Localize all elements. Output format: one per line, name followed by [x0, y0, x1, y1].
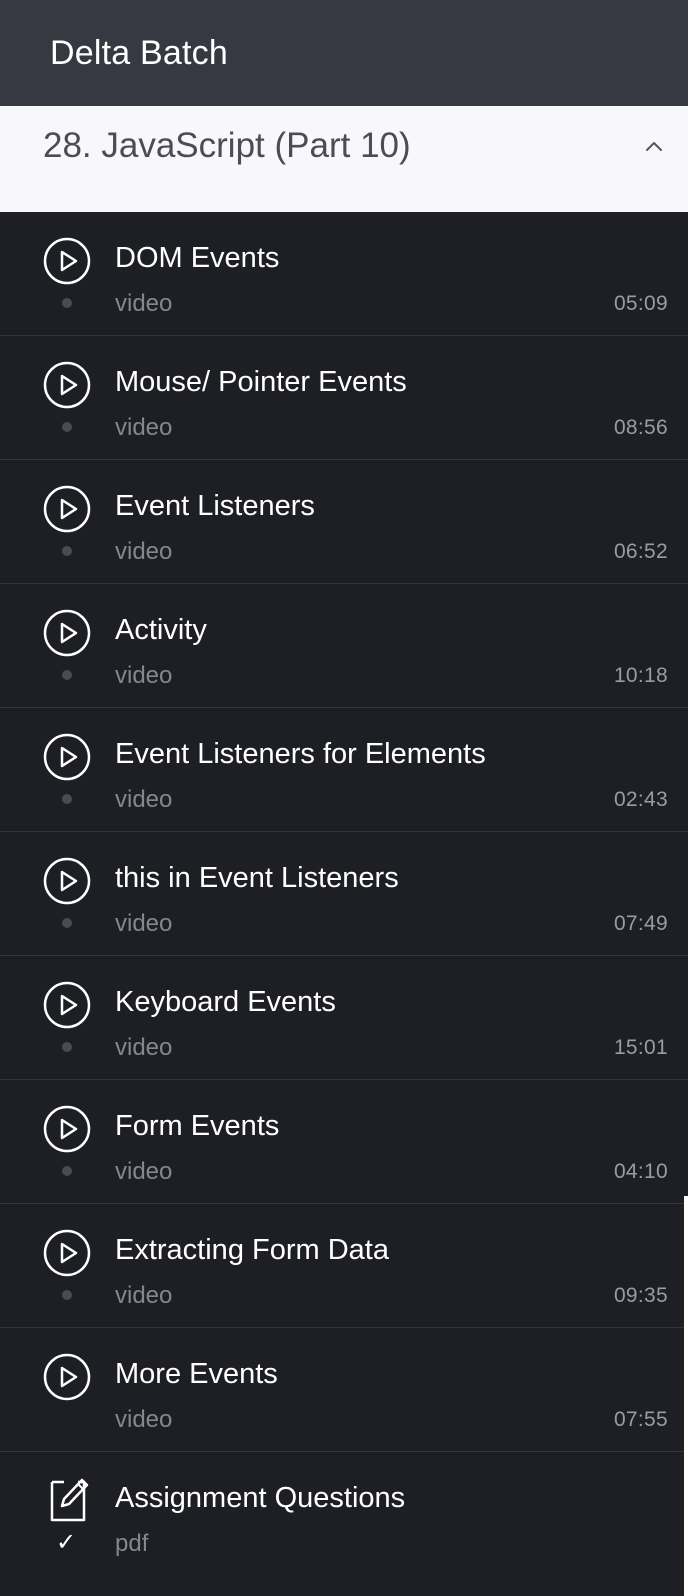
progress-dot: [62, 298, 72, 308]
list-item[interactable]: Keyboard Events video 15:01: [0, 956, 688, 1080]
item-title: Keyboard Events: [115, 986, 336, 1018]
batch-title: Delta Batch: [50, 33, 228, 72]
progress-dot: [62, 794, 72, 804]
item-title: Extracting Form Data: [115, 1234, 389, 1266]
list-item[interactable]: DOM Events video 05:09: [0, 212, 688, 336]
item-type: video: [115, 290, 173, 317]
item-type: video: [115, 1034, 173, 1061]
item-duration: 10:18: [613, 664, 668, 687]
play-circle-icon: [43, 1229, 91, 1277]
list-item[interactable]: ✓ Assignment Questions pdf: [0, 1452, 688, 1576]
progress-dot: [62, 422, 72, 432]
progress-dot: [62, 1290, 72, 1300]
play-circle-icon: [43, 237, 91, 285]
item-duration: 15:01: [613, 1036, 668, 1059]
item-title: Assignment Questions: [115, 1482, 406, 1514]
app-header: Delta Batch: [0, 0, 688, 106]
progress-dot: [62, 1042, 72, 1052]
list-item[interactable]: Form Events video 04:10: [0, 1080, 688, 1204]
assignment-edit-icon: [50, 1478, 89, 1522]
item-type: video: [115, 1282, 173, 1309]
progress-dot: [62, 918, 72, 928]
item-title: Event Listeners: [115, 490, 315, 522]
item-title: Mouse/ Pointer Events: [115, 366, 407, 398]
item-duration: 05:09: [613, 292, 668, 315]
play-circle-icon: [43, 1105, 91, 1153]
play-circle-icon: [43, 485, 91, 533]
item-type: video: [115, 538, 173, 565]
play-circle-icon: [43, 1353, 91, 1401]
item-duration: 07:55: [613, 1408, 668, 1431]
play-circle-icon: [43, 361, 91, 409]
chevron-up-icon[interactable]: [644, 136, 664, 156]
progress-dot: [62, 546, 72, 556]
item-title: Form Events: [115, 1110, 280, 1142]
item-duration: 07:49: [613, 912, 668, 935]
play-circle-icon: [43, 733, 91, 781]
item-type: video: [115, 1406, 173, 1433]
item-title: DOM Events: [115, 242, 280, 274]
item-title: Event Listeners for Elements: [115, 738, 486, 770]
progress-dot: [62, 1166, 72, 1176]
checkmark-icon: ✓: [56, 1528, 77, 1556]
item-title: More Events: [115, 1358, 278, 1390]
section-title: 28. JavaScript (Part 10): [43, 126, 411, 165]
play-circle-icon: [43, 857, 91, 905]
course-sidebar: Delta Batch 28. JavaScript (Part 10) DOM…: [0, 0, 688, 1596]
item-type: pdf: [115, 1530, 149, 1557]
list-item[interactable]: Event Listeners video 06:52: [0, 460, 688, 584]
section-header-javascript-part-10[interactable]: 28. JavaScript (Part 10): [0, 106, 688, 212]
list-item[interactable]: Event Listeners for Elements video 02:43: [0, 708, 688, 832]
list-item[interactable]: Mouse/ Pointer Events video 08:56: [0, 336, 688, 460]
list-item[interactable]: Extracting Form Data video 09:35: [0, 1204, 688, 1328]
item-duration: 09:35: [613, 1284, 668, 1307]
item-type: video: [115, 414, 173, 441]
item-duration: 06:52: [613, 540, 668, 563]
play-circle-icon: [43, 609, 91, 657]
play-circle-icon: [43, 981, 91, 1029]
list-item[interactable]: More Events video 07:55: [0, 1328, 688, 1452]
item-type: video: [115, 1158, 173, 1185]
item-type: video: [115, 786, 173, 813]
list-item[interactable]: this in Event Listeners video 07:49: [0, 832, 688, 956]
lecture-list: DOM Events video 05:09 Mouse/ Pointer Ev…: [0, 212, 688, 1576]
item-title: Activity: [115, 614, 207, 646]
list-item[interactable]: Activity video 10:18: [0, 584, 688, 708]
page-edge: [684, 1196, 688, 1596]
item-duration: 04:10: [613, 1160, 668, 1183]
item-duration: 08:56: [613, 416, 668, 439]
item-title: this in Event Listeners: [115, 862, 399, 894]
item-type: video: [115, 910, 173, 937]
progress-dot: [62, 670, 72, 680]
item-type: video: [115, 662, 173, 689]
item-duration: 02:43: [613, 788, 668, 811]
